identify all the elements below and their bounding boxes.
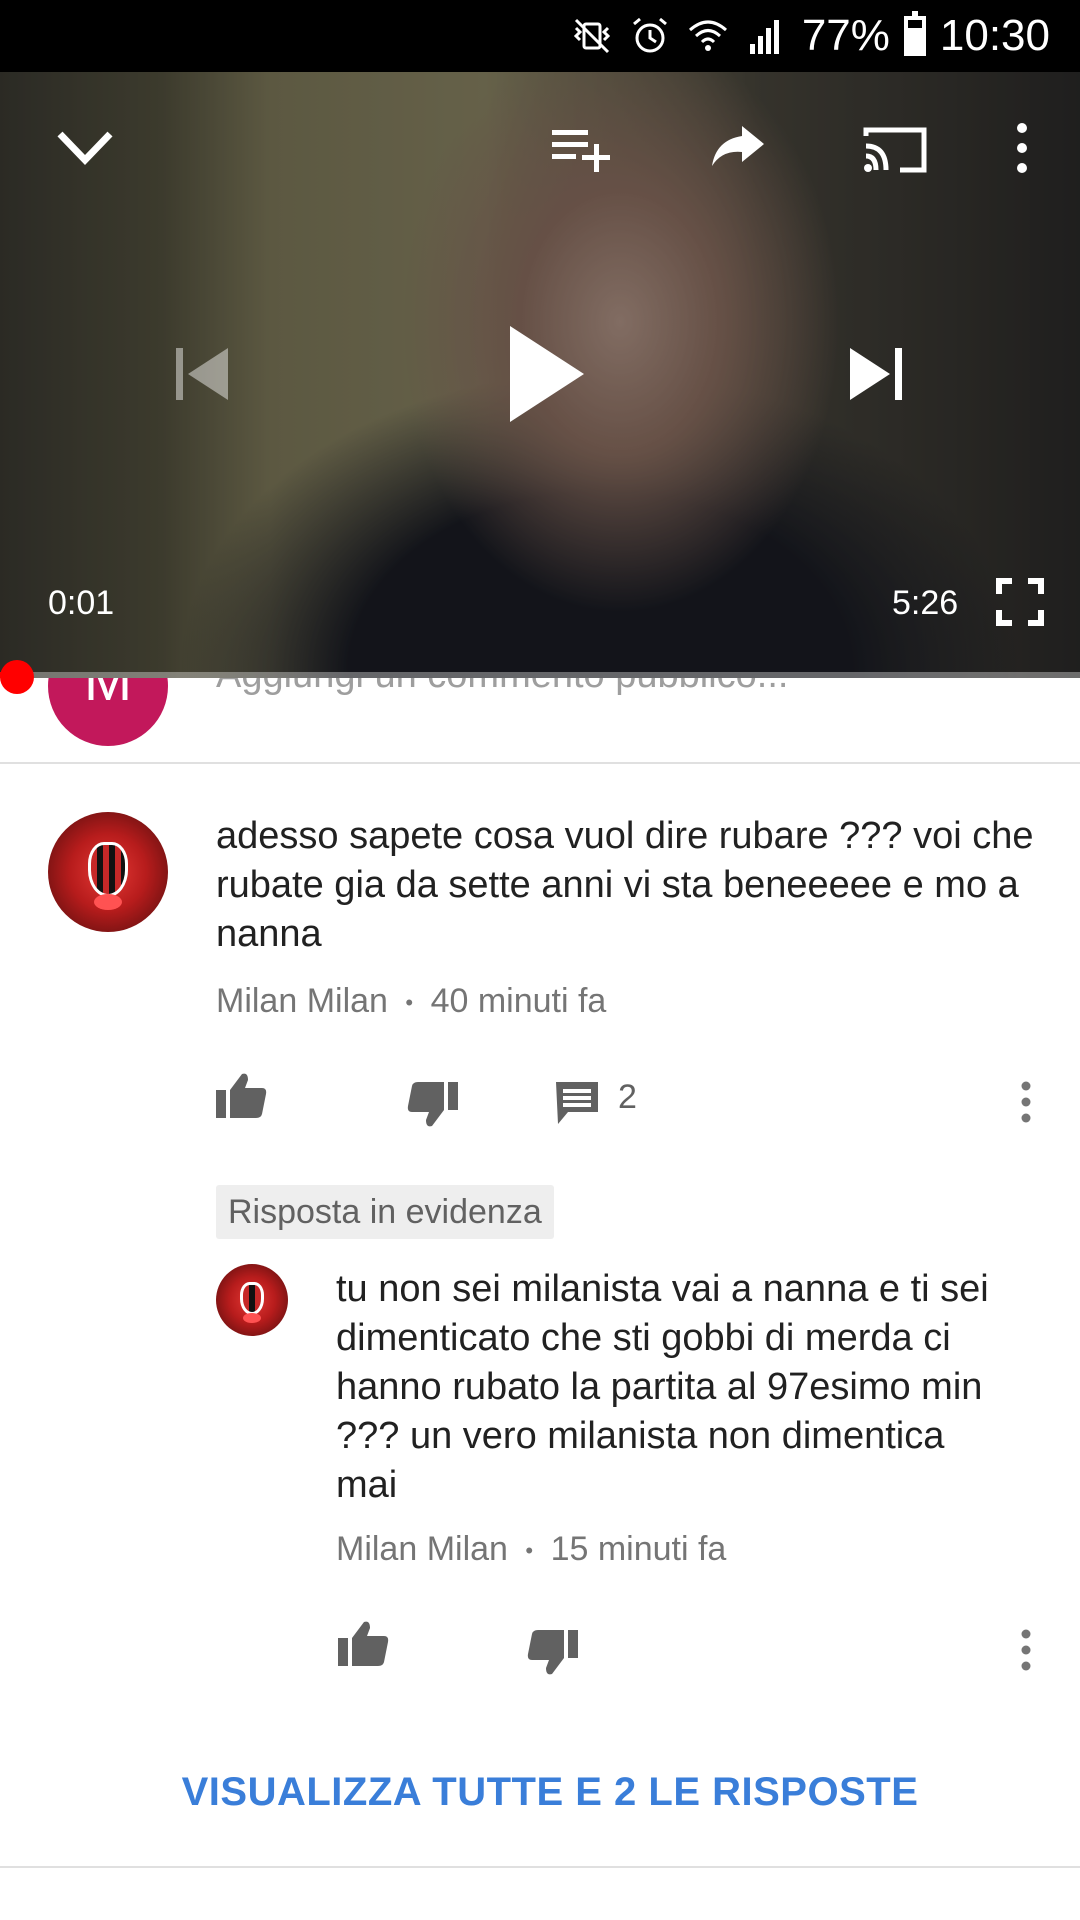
highlighted-reply-badge: Risposta in evidenza (216, 1185, 554, 1239)
comment-icon (556, 1082, 598, 1124)
meta-separator: • (405, 990, 414, 1016)
heart-icon (243, 1312, 261, 1324)
battery-icon (903, 11, 926, 56)
meta-separator: • (525, 1538, 534, 1564)
alarm-icon (632, 17, 667, 53)
share-icon[interactable] (708, 122, 768, 172)
play-icon[interactable] (506, 322, 588, 426)
next-icon[interactable] (846, 344, 906, 404)
thumb-up-icon (338, 1621, 389, 1666)
reply-count: 2 (618, 1078, 637, 1116)
reply-more-icon[interactable] (1018, 1628, 1034, 1677)
like-button[interactable] (214, 1070, 268, 1125)
wifi-icon (688, 20, 727, 51)
add-to-playlist-icon[interactable] (548, 124, 614, 174)
dislike-button[interactable] (406, 1080, 460, 1135)
thumb-down-icon (407, 1082, 458, 1127)
reply-like-button[interactable] (336, 1618, 390, 1673)
divider (0, 1866, 1080, 1868)
reply-author-avatar[interactable] (216, 1264, 288, 1336)
reply-button[interactable] (554, 1080, 600, 1131)
reply-meta: Milan Milan • 15 minuti fa (336, 1530, 726, 1569)
fullscreen-icon[interactable] (996, 578, 1044, 626)
heart-icon (93, 893, 123, 911)
status-bar: 77% 10:30 (0, 0, 1080, 72)
comment-author-avatar[interactable] (48, 812, 168, 932)
divider (0, 762, 1080, 764)
comment-meta: Milan Milan • 40 minuti fa (216, 982, 606, 1021)
reply-author[interactable]: Milan Milan (336, 1530, 508, 1568)
comment-time: 40 minuti fa (430, 982, 607, 1020)
user-avatar: M (48, 678, 168, 746)
cast-icon[interactable] (860, 122, 930, 178)
clock: 10:30 (939, 11, 1050, 60)
comment-more-icon[interactable] (1018, 1080, 1034, 1129)
signal-icon (749, 20, 779, 54)
comment-author[interactable]: Milan Milan (216, 982, 388, 1020)
duration: 5:26 (892, 584, 959, 622)
ac-milan-crest-icon (87, 842, 129, 898)
view-all-replies-link[interactable]: VISUALIZZA TUTTE E 2 LE RISPOSTE (0, 1770, 1080, 1815)
mute-vibrate-icon (573, 18, 610, 54)
battery-percentage: 77% (801, 11, 890, 60)
comment-text: adesso sapete cosa vuol dire rubare ??? … (216, 815, 1034, 955)
add-comment-input[interactable]: Aggiungi un commento pubblico... (216, 678, 788, 697)
video-player[interactable]: 0:01 5:26 (0, 72, 1080, 678)
current-time: 0:01 (48, 584, 115, 622)
reply-time: 15 minuti fa (550, 1530, 727, 1568)
reply-text: tu non sei milanista vai a nanna e ti se… (336, 1268, 989, 1506)
reply-dislike-button[interactable] (526, 1628, 580, 1683)
thumb-up-icon (216, 1073, 267, 1118)
collapse-chevron-icon[interactable] (50, 122, 120, 172)
add-comment-row[interactable]: M Aggiungi un commento pubblico... (0, 678, 1080, 762)
more-vert-icon[interactable] (1010, 120, 1034, 176)
ac-milan-crest-icon (239, 1282, 265, 1316)
thumb-down-icon (527, 1630, 578, 1675)
previous-icon[interactable] (172, 344, 232, 404)
